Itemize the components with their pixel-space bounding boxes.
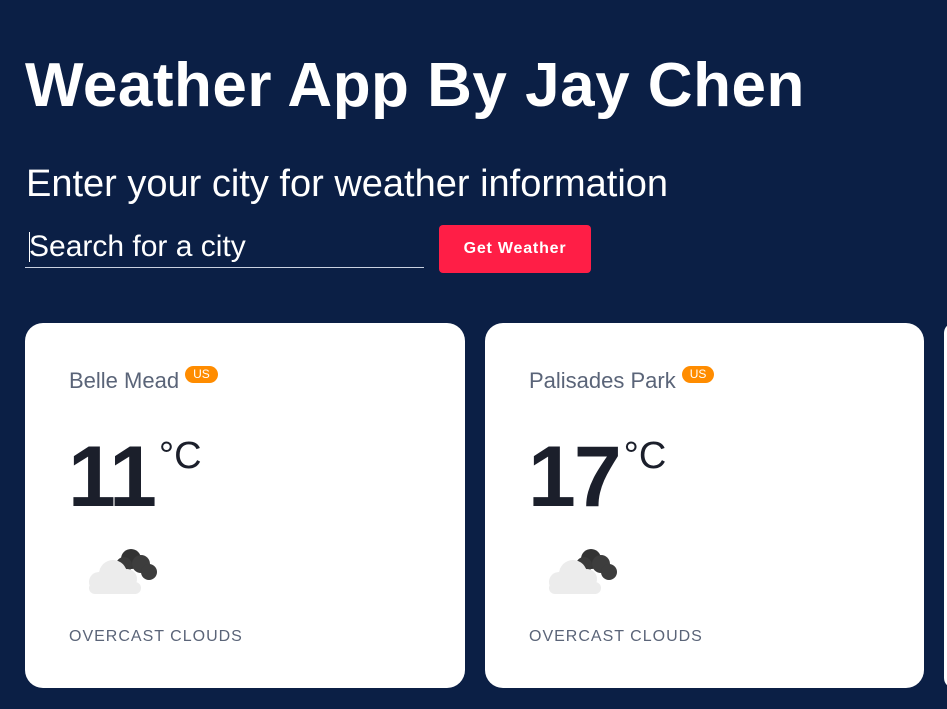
search-prompt: Enter your city for weather information [26,163,669,205]
temperature-unit: °C [158,435,202,477]
country-badge: US [185,366,218,383]
city-name-text: Belle Mead [69,368,180,393]
weather-app-page: Weather App By Jay Chen Enter your city … [0,0,947,709]
weather-description: OVERCAST CLOUDS [69,628,243,645]
temperature: 11 °C [68,411,202,522]
overcast-clouds-icon [89,549,157,594]
city-name: Palisades Park US [529,366,715,394]
city-weather-card: Belle Mead US 11 °C OVERCAST CLOUDS [25,323,465,688]
app-title: Weather App By Jay Chen [25,51,805,120]
temperature: 17 °C [528,411,666,522]
city-name: Belle Mead US [69,366,218,394]
text-cursor [29,232,30,262]
temperature-value: 11 [68,429,157,525]
temperature-value: 17 [528,429,622,525]
get-weather-button[interactable]: Get Weather [439,225,591,273]
city-weather-card: Palisades Park US 17 °C OVERCAST CLOUDS [485,323,924,688]
weather-description: OVERCAST CLOUDS [529,628,703,645]
temperature-unit: °C [623,435,667,477]
city-search-input[interactable] [25,226,424,268]
overcast-clouds-icon [549,549,617,594]
city-name-text: Palisades Park [529,368,676,393]
country-badge: US [681,366,715,383]
